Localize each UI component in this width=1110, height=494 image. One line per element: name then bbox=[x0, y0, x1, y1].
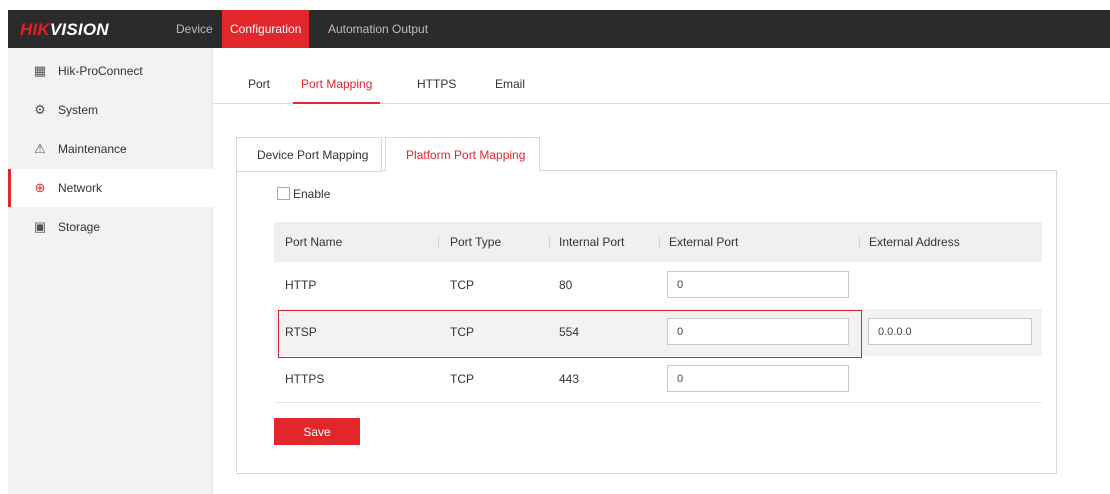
cell-port-type: TCP bbox=[450, 278, 474, 292]
cell-internal-port: 443 bbox=[559, 372, 580, 386]
column-divider bbox=[549, 236, 550, 249]
tab-email[interactable]: Email bbox=[495, 72, 525, 104]
column-header-internal-port: Internal Port bbox=[559, 235, 625, 249]
sidebar-item-label: Maintenance bbox=[58, 142, 127, 156]
table-row: HTTP TCP 80 bbox=[274, 262, 1042, 309]
sidebar-item-label: Storage bbox=[58, 220, 101, 234]
column-header-external-port: External Port bbox=[669, 235, 739, 249]
sidebar-item-label: Hik-ProConnect bbox=[58, 64, 143, 78]
column-divider bbox=[438, 236, 439, 249]
table-bottom-border bbox=[274, 402, 1042, 403]
sidebar-item-label: System bbox=[58, 103, 99, 117]
topnav-device[interactable]: Device bbox=[168, 10, 221, 48]
topnav-configuration[interactable]: Configuration bbox=[222, 10, 310, 48]
maintenance-icon: ⚠ bbox=[34, 141, 46, 156]
column-header-port-type: Port Type bbox=[450, 235, 502, 249]
checkbox-box[interactable] bbox=[277, 187, 290, 200]
external-port-input[interactable] bbox=[667, 365, 849, 392]
save-button[interactable]: Save bbox=[274, 418, 360, 445]
sidebar: ▦ Hik-ProConnect ⚙ System ⚠ Maintenance … bbox=[8, 48, 213, 494]
gear-icon: ⚙ bbox=[34, 102, 46, 117]
cell-port-type: TCP bbox=[450, 372, 474, 386]
cell-internal-port: 554 bbox=[559, 325, 580, 339]
column-divider bbox=[659, 236, 660, 249]
topnav-automation-output[interactable]: Automation Output bbox=[320, 10, 436, 48]
tab-port[interactable]: Port bbox=[248, 72, 270, 104]
sidebar-item-system[interactable]: ⚙ System bbox=[8, 91, 213, 129]
building-icon: ▦ bbox=[33, 63, 47, 78]
external-address-input[interactable] bbox=[868, 318, 1032, 345]
external-port-input[interactable] bbox=[667, 318, 849, 345]
cell-internal-port: 80 bbox=[559, 278, 573, 292]
tab-https[interactable]: HTTPS bbox=[417, 72, 456, 104]
globe-icon: ⊕ bbox=[34, 180, 46, 195]
sidebar-item-label: Network bbox=[58, 181, 103, 195]
table-row: HTTPS TCP 443 bbox=[274, 356, 1042, 403]
cell-port-name: HTTP bbox=[285, 278, 317, 292]
external-port-input[interactable] bbox=[667, 271, 849, 298]
floppy-icon: ▣ bbox=[33, 219, 47, 234]
sub-tab-bar: Port Port Mapping HTTPS Email bbox=[213, 72, 1110, 104]
tab-platform-port-mapping[interactable]: Platform Port Mapping bbox=[385, 137, 540, 172]
column-divider bbox=[859, 236, 860, 249]
sidebar-item-hik-proconnect[interactable]: ▦ Hik-ProConnect bbox=[8, 52, 213, 90]
cell-port-name: HTTPS bbox=[285, 372, 325, 386]
sidebar-item-storage[interactable]: ▣ Storage bbox=[8, 208, 213, 246]
hikvision-logo: HIKVISION bbox=[20, 20, 109, 39]
cell-port-name: RTSP bbox=[285, 325, 317, 339]
tab-device-port-mapping[interactable]: Device Port Mapping bbox=[236, 137, 382, 172]
enable-label: Enable bbox=[293, 187, 331, 201]
sidebar-item-maintenance[interactable]: ⚠ Maintenance bbox=[8, 130, 213, 168]
sidebar-item-network[interactable]: ⊕ Network bbox=[8, 169, 213, 207]
tab-port-mapping[interactable]: Port Mapping bbox=[293, 72, 381, 104]
cell-port-type: TCP bbox=[450, 325, 474, 339]
top-bar: HIKVISION Device Configuration Automatio… bbox=[8, 10, 1110, 48]
table-header: Port Name Port Type Internal Port Extern… bbox=[274, 222, 1042, 262]
column-header-external-address: External Address bbox=[869, 235, 960, 249]
column-header-port-name: Port Name bbox=[285, 235, 343, 249]
